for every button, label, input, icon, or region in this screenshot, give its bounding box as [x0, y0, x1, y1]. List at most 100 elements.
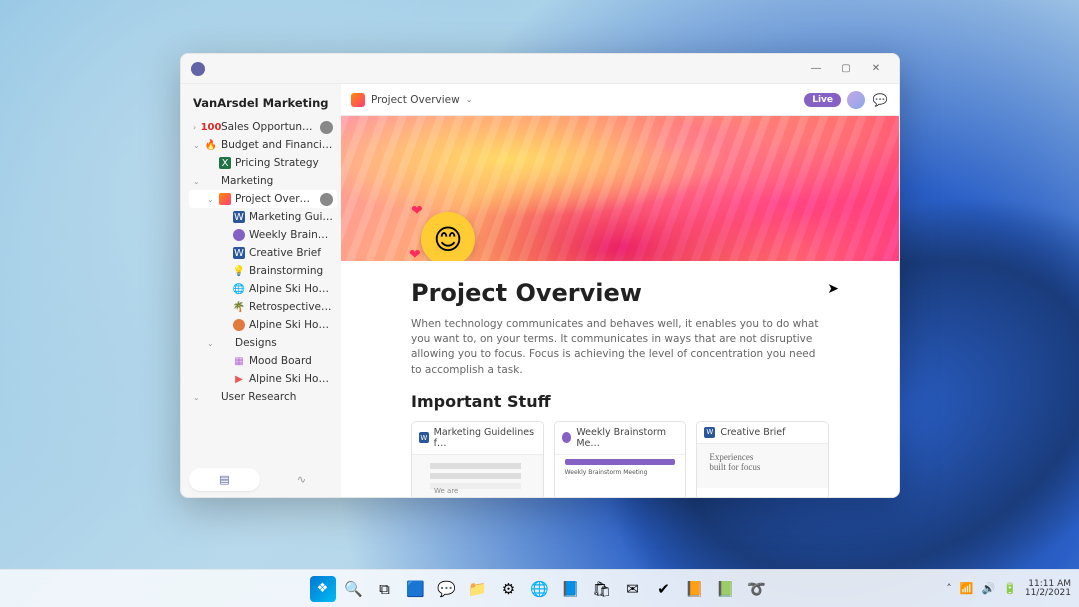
sidebar-item-label: Project Overview: [235, 193, 314, 205]
sidebar-item[interactable]: W Marketing Guidelines for V…: [189, 208, 337, 226]
item-icon: [233, 229, 245, 241]
chevron-down-icon[interactable]: ⌄: [466, 95, 473, 104]
system-tray[interactable]: ˄ 📶 🔊 🔋 11:11 AM 11/2/2021: [946, 580, 1071, 598]
taskbar-widgets-icon[interactable]: 🟦: [403, 576, 429, 602]
section-heading[interactable]: Important Stuff: [411, 392, 829, 411]
item-icon: 💡: [233, 265, 245, 277]
sidebar-item[interactable]: ▦Mood Board: [189, 352, 337, 370]
item-icon: W: [233, 211, 245, 223]
card-header: WMarketing Guidelines f…: [412, 422, 543, 455]
workspace-title: VanArsdel Marketing: [189, 92, 337, 118]
sidebar-item[interactable]: WCreative Brief: [189, 244, 337, 262]
activity-tab-button[interactable]: ∿: [266, 468, 337, 491]
sidebar-item-label: User Research: [221, 391, 333, 403]
card-preview: We are: [412, 455, 543, 497]
comments-icon[interactable]: 💬: [871, 91, 889, 109]
chevron-icon: ⌄: [193, 141, 201, 150]
sidebar-item[interactable]: XPricing Strategy: [189, 154, 337, 172]
taskbar-loop-icon[interactable]: ➰: [744, 576, 770, 602]
wifi-icon[interactable]: 📶: [960, 582, 974, 595]
main-area: Project Overview ⌄ Live 💬 ❤ ❤ ❤ Project …: [341, 84, 899, 497]
taskbar-word-icon[interactable]: 📘: [558, 576, 584, 602]
sidebar-item[interactable]: 💡Brainstorming: [189, 262, 337, 280]
app-icon: [191, 62, 205, 76]
sidebar-item[interactable]: Alpine Ski House (ID: 487…: [189, 316, 337, 334]
sidebar-item-label: Retrospective Retreat: [249, 301, 333, 313]
breadcrumb-bar: Project Overview ⌄ Live 💬: [341, 84, 899, 116]
chevron-up-icon[interactable]: ˄: [946, 582, 952, 595]
pages-tab-button[interactable]: ▤: [189, 468, 260, 491]
heart-icon: ❤: [409, 247, 421, 261]
sidebar: VanArsdel Marketing ›100Sales Opportunit…: [181, 84, 341, 497]
chevron-icon: ⌄: [207, 195, 215, 204]
card-header: WCreative Brief: [697, 422, 828, 444]
card-row: WMarketing Guidelines f…We are Weekly Bra…: [411, 421, 829, 497]
sidebar-item[interactable]: ▶Alpine Ski House Sizzle Re…: [189, 370, 337, 388]
breadcrumb-title[interactable]: Project Overview: [371, 94, 460, 106]
minimize-button[interactable]: ―: [801, 59, 831, 79]
taskbar-taskview-icon[interactable]: ⧉: [372, 576, 398, 602]
item-icon: [205, 391, 217, 403]
attachment-card[interactable]: WCreative Brief: [696, 421, 829, 497]
taskbar-files-icon[interactable]: 📁: [465, 576, 491, 602]
item-icon: ▶: [233, 373, 245, 385]
intro-paragraph[interactable]: When technology communicates and behaves…: [411, 317, 829, 378]
maximize-button[interactable]: ▢: [831, 59, 861, 79]
sidebar-item-label: Alpine Ski House (ID: 487…: [249, 319, 333, 331]
chevron-icon: ⌄: [193, 177, 201, 186]
sidebar-item[interactable]: ⌄ Designs: [189, 334, 337, 352]
item-icon: [205, 175, 217, 187]
taskbar-mail-icon[interactable]: ✉: [620, 576, 646, 602]
sidebar-item[interactable]: ⌄ Marketing: [189, 172, 337, 190]
presence-avatar[interactable]: [847, 91, 865, 109]
taskbar-search-icon[interactable]: 🔍: [341, 576, 367, 602]
sidebar-item[interactable]: Weekly Brainstorm Meeting: [189, 226, 337, 244]
file-icon: [562, 432, 572, 443]
live-badge[interactable]: Live: [804, 93, 841, 107]
taskbar-edge-icon[interactable]: 🌐: [527, 576, 553, 602]
chevron-icon: ⌄: [193, 393, 201, 402]
page-content: ❤ ❤ ❤ Project Overview ➤ When technology…: [341, 116, 899, 497]
attachment-card[interactable]: WMarketing Guidelines f…We are: [411, 421, 544, 497]
close-button[interactable]: ✕: [861, 59, 891, 79]
sidebar-item-label: Designs: [235, 337, 333, 349]
taskbar-settings-icon[interactable]: ⚙: [496, 576, 522, 602]
sidebar-item-label: Marketing Guidelines for V…: [249, 211, 333, 223]
presence-avatar: [320, 121, 333, 134]
taskbar-todo-icon[interactable]: ✔: [651, 576, 677, 602]
sidebar-item[interactable]: ⌄ Project Overview: [189, 190, 337, 208]
presence-avatar: [320, 193, 333, 206]
sidebar-item[interactable]: ⌄ User Research: [189, 388, 337, 406]
taskbar-start-icon[interactable]: ❖: [310, 576, 336, 602]
attachment-card[interactable]: Weekly Brainstorm Me…: [554, 421, 687, 497]
taskbar: ❖🔍⧉🟦💬📁⚙🌐📘🛍✉✔📙📗➰ ˄ 📶 🔊 🔋 11:11 AM 11/2/20…: [0, 569, 1079, 607]
hero-image: ❤ ❤ ❤: [341, 116, 899, 261]
volume-icon[interactable]: 🔊: [981, 582, 995, 595]
taskbar-chat-icon[interactable]: 💬: [434, 576, 460, 602]
item-icon: 🔥: [205, 139, 217, 151]
card-title: Marketing Guidelines f…: [434, 427, 536, 449]
clock[interactable]: 11:11 AM 11/2/2021: [1025, 580, 1071, 598]
chevron-icon: ⌄: [207, 339, 215, 348]
sidebar-item[interactable]: ⌄ 🔥 Budget and Financial Projection: [189, 136, 337, 154]
sidebar-item-label: Mood Board: [249, 355, 333, 367]
battery-icon[interactable]: 🔋: [1003, 582, 1017, 595]
sidebar-item-label: Creative Brief: [249, 247, 333, 259]
taskbar-ppt-icon[interactable]: 📙: [682, 576, 708, 602]
page-icon: [351, 93, 365, 107]
sidebar-footer: ▤ ∿: [189, 465, 337, 491]
sidebar-item[interactable]: ›100Sales Opportunities: [189, 118, 337, 136]
taskbar-excel-icon[interactable]: 📗: [713, 576, 739, 602]
document-body[interactable]: Project Overview ➤ When technology commu…: [341, 261, 899, 497]
sidebar-item[interactable]: 🌐Alpine Ski House: [189, 280, 337, 298]
page-emoji[interactable]: [421, 212, 475, 261]
heart-icon: ❤: [411, 203, 423, 219]
card-preview: [555, 455, 686, 497]
card-title: Weekly Brainstorm Me…: [576, 427, 678, 449]
page-title[interactable]: Project Overview ➤: [411, 279, 829, 307]
taskbar-store-icon[interactable]: 🛍: [589, 576, 615, 602]
sidebar-item-label: Marketing: [221, 175, 333, 187]
sidebar-item[interactable]: 🌴Retrospective Retreat: [189, 298, 337, 316]
item-icon: [233, 319, 245, 331]
sidebar-item-label: Budget and Financial Projection: [221, 139, 333, 151]
